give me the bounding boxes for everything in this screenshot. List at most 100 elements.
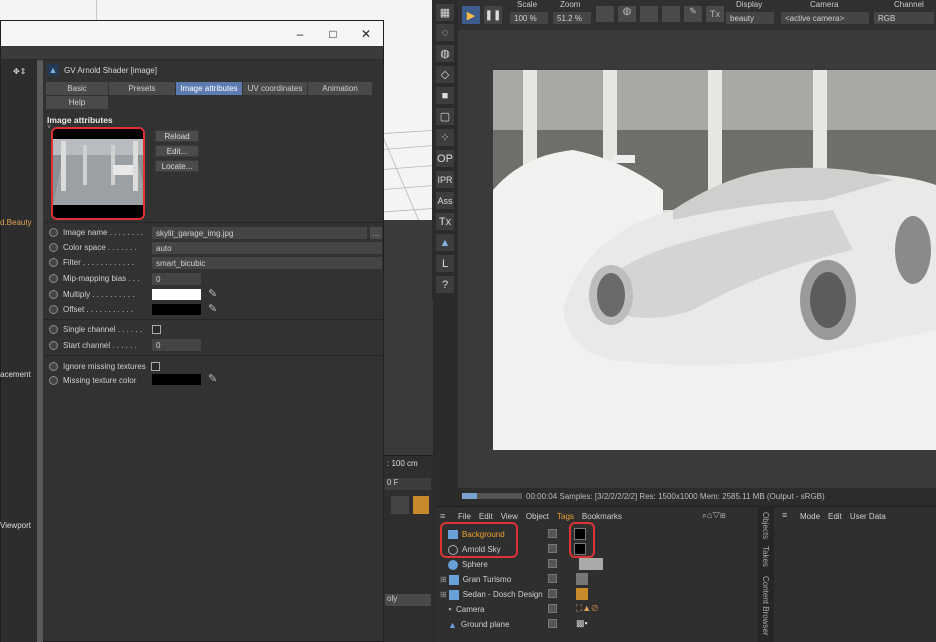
tab-objects[interactable]: Objects bbox=[761, 512, 770, 539]
expand-icon[interactable]: ⊞ bbox=[440, 590, 447, 599]
visibility-toggle[interactable] bbox=[548, 619, 557, 628]
maximize-button[interactable]: □ bbox=[316, 21, 350, 46]
search-icon[interactable]: ⌕⌂▽⊞ bbox=[702, 510, 726, 521]
tab-content-browser[interactable]: Content Browser bbox=[761, 576, 770, 636]
start-channel-keyframe[interactable] bbox=[49, 341, 58, 350]
mip-bias-input[interactable]: 0 bbox=[152, 273, 201, 285]
single-channel-checkbox[interactable] bbox=[152, 325, 161, 334]
material-tag-icon[interactable] bbox=[576, 588, 588, 600]
offset-keyframe[interactable] bbox=[49, 305, 58, 314]
brush-icon[interactable]: ✎ bbox=[684, 6, 702, 22]
menu-attr-edit[interactable]: Edit bbox=[828, 512, 842, 521]
tab-animation[interactable]: Animation bbox=[308, 82, 372, 95]
multiply-color-swatch[interactable] bbox=[152, 289, 201, 300]
sphere-tag-icon[interactable] bbox=[579, 558, 603, 570]
tx-button[interactable]: Tx bbox=[436, 213, 454, 230]
expand-icon[interactable]: ⊞ bbox=[440, 575, 447, 584]
edit-button[interactable]: Edit... bbox=[155, 145, 199, 157]
arnold-icon[interactable]: ▲ bbox=[436, 234, 454, 251]
tab-basic[interactable]: Basic bbox=[46, 82, 108, 95]
volume-icon[interactable]: ■ bbox=[436, 87, 454, 104]
missing-color-keyframe[interactable] bbox=[49, 376, 58, 385]
menu-edit[interactable]: Edit bbox=[479, 512, 493, 521]
op-button[interactable]: OP bbox=[436, 150, 454, 167]
tab-presets[interactable]: Presets bbox=[109, 82, 175, 95]
material-tag-icon[interactable] bbox=[576, 573, 588, 585]
start-channel-input[interactable]: 0 bbox=[152, 339, 201, 351]
image-name-field[interactable]: skylit_garage_img.jpg bbox=[152, 227, 367, 239]
tx-icon[interactable]: Tx bbox=[706, 6, 724, 22]
ignore-missing-checkbox[interactable] bbox=[151, 362, 160, 371]
help-button[interactable]: ? bbox=[436, 276, 454, 293]
eyedropper-icon[interactable]: ✎ bbox=[208, 302, 217, 315]
color-space-keyframe[interactable] bbox=[49, 243, 58, 252]
display-icon[interactable] bbox=[662, 6, 680, 22]
move-icon[interactable]: ✥⇕ bbox=[13, 67, 26, 76]
camera-tag-icon[interactable]: ⛶▲⊘ bbox=[576, 603, 600, 615]
dots-icon[interactable]: ⁘ bbox=[436, 129, 454, 146]
multiply-keyframe[interactable] bbox=[49, 290, 58, 299]
missing-color-swatch[interactable] bbox=[152, 374, 201, 385]
tab-takes[interactable]: Takes bbox=[761, 546, 770, 567]
zoom-input[interactable]: 51.2 % bbox=[553, 12, 591, 24]
single-channel-keyframe[interactable] bbox=[49, 325, 58, 334]
locate-button[interactable]: Locate... bbox=[155, 160, 199, 172]
eyedropper-icon[interactable]: ✎ bbox=[208, 287, 217, 300]
menu-object[interactable]: Object bbox=[526, 512, 549, 521]
ignore-missing-keyframe[interactable] bbox=[49, 362, 58, 371]
filter-select[interactable]: smart_bicubic bbox=[152, 257, 382, 269]
menu-file[interactable]: File bbox=[458, 512, 471, 521]
visibility-toggle[interactable] bbox=[548, 544, 557, 553]
apply-button[interactable]: oly bbox=[385, 594, 431, 606]
visibility-toggle[interactable] bbox=[548, 589, 557, 598]
pause-icon[interactable]: ❚❚ bbox=[484, 6, 502, 24]
visibility-toggle[interactable] bbox=[548, 604, 557, 613]
menu-mode[interactable]: Mode bbox=[800, 512, 820, 521]
display-select[interactable]: beauty bbox=[726, 12, 774, 24]
lightbulb-icon[interactable]: ◌ bbox=[436, 24, 454, 41]
menu-tags[interactable]: Tags bbox=[557, 512, 574, 521]
panel-splitter[interactable] bbox=[37, 60, 43, 642]
minimize-button[interactable]: – bbox=[283, 21, 317, 46]
frame-field[interactable]: 0 F bbox=[385, 478, 431, 490]
visibility-toggle[interactable] bbox=[548, 574, 557, 583]
tab-help[interactable]: Help bbox=[46, 96, 108, 109]
reload-button[interactable]: Reload bbox=[155, 130, 199, 142]
sky-globe-icon[interactable]: ◍ bbox=[436, 45, 454, 62]
color-space-select[interactable]: auto bbox=[152, 242, 382, 254]
cube-icon[interactable]: ◇ bbox=[436, 66, 454, 83]
play-icon[interactable]: ▶ bbox=[462, 6, 480, 24]
camera-select[interactable]: <active camera> bbox=[781, 12, 869, 24]
image-name-keyframe[interactable] bbox=[49, 228, 58, 237]
eyedropper-icon[interactable]: ✎ bbox=[208, 372, 217, 385]
mip-bias-keyframe[interactable] bbox=[49, 274, 58, 283]
list-item[interactable]: ⊞ Gran Turismo bbox=[436, 572, 766, 587]
menu-bookmarks[interactable]: Bookmarks bbox=[582, 512, 622, 521]
visibility-toggle[interactable] bbox=[548, 559, 557, 568]
grid-icon[interactable] bbox=[640, 6, 658, 22]
close-button[interactable]: ✕ bbox=[349, 21, 383, 46]
offset-color-swatch[interactable] bbox=[152, 304, 201, 315]
list-item[interactable]: ▲ Ground plane bbox=[436, 617, 766, 632]
speaker-icon[interactable] bbox=[391, 496, 409, 514]
checker-tag-icon[interactable]: ▩▪ bbox=[576, 618, 600, 630]
list-item[interactable]: ⊞ Sedan - Dosch Design bbox=[436, 587, 766, 602]
dialog-title-bar[interactable]: – □ ✕ bbox=[1, 21, 383, 46]
document-icon[interactable]: ▢ bbox=[436, 108, 454, 125]
list-item[interactable]: ⁌ Camera bbox=[436, 602, 766, 617]
region-icon[interactable] bbox=[596, 6, 614, 22]
film-icon[interactable] bbox=[413, 496, 429, 514]
ipr-button[interactable]: IPR bbox=[436, 171, 454, 188]
scale-input[interactable]: 100 % bbox=[510, 12, 548, 24]
tab-image-attributes[interactable]: Image attributes bbox=[176, 82, 242, 95]
tab-uv-coordinates[interactable]: UV coordinates bbox=[243, 82, 307, 95]
channel-select[interactable]: RGB bbox=[874, 12, 934, 24]
ass-button[interactable]: Ass bbox=[436, 192, 454, 209]
license-button[interactable]: L bbox=[436, 255, 454, 272]
menu-user-data[interactable]: User Data bbox=[850, 512, 886, 521]
filter-keyframe[interactable] bbox=[49, 258, 58, 267]
browse-button[interactable]: … bbox=[370, 227, 382, 239]
visibility-toggle[interactable] bbox=[548, 529, 557, 538]
render-region-icon[interactable]: ▦ bbox=[436, 4, 454, 21]
menu-view[interactable]: View bbox=[501, 512, 518, 521]
